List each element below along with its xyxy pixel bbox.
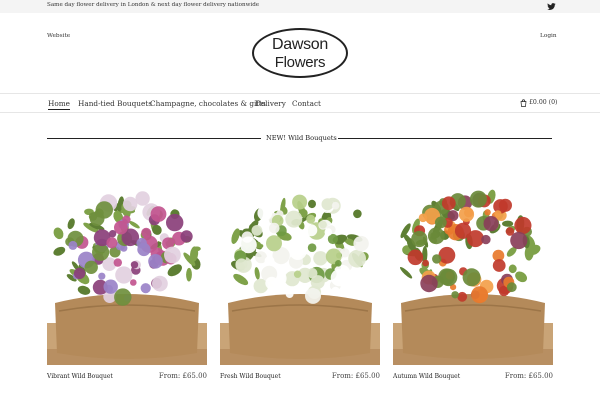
heading-rule-right — [338, 138, 552, 139]
product-price: From: £65.00 — [158, 372, 207, 380]
product-image[interactable] — [47, 153, 207, 365]
site-logo[interactable]: Dawson Flowers — [252, 28, 348, 78]
nav-delivery[interactable]: Delivery — [255, 99, 286, 108]
bouquet-illustration — [47, 191, 207, 365]
product-price: From: £65.00 — [504, 372, 553, 380]
nav-contact[interactable]: Contact — [292, 99, 321, 108]
bag-icon — [520, 99, 527, 107]
logo-line-2: Flowers — [274, 54, 326, 71]
section-title: NEW! Wild Bouquets — [266, 134, 337, 142]
delivery-message: Same day flower delivery in London & nex… — [47, 2, 260, 8]
nav-hand-tied-bouquets[interactable]: Hand-tied Bouquets — [78, 99, 152, 108]
section-heading: NEW! Wild Bouquets — [47, 134, 552, 144]
site-header: Website Dawson Flowers Login — [0, 13, 600, 94]
top-bar: Same day flower delivery in London & nex… — [0, 0, 600, 13]
product-name[interactable]: Fresh Wild Bouquet — [220, 373, 281, 380]
product-price: From: £65.00 — [331, 372, 380, 380]
bouquet-illustration — [393, 189, 553, 365]
product-image[interactable] — [220, 153, 380, 365]
twitter-icon[interactable] — [547, 2, 556, 11]
website-link[interactable]: Website — [47, 33, 70, 39]
product-name[interactable]: Autumn Wild Bouquet — [393, 373, 460, 380]
nav-home[interactable]: Home — [48, 99, 70, 110]
logo-line-1: Dawson — [271, 36, 328, 53]
heading-rule-left — [47, 138, 261, 139]
product-image[interactable] — [393, 153, 553, 365]
cart-total: £0.00 (0) — [529, 99, 558, 106]
bouquet-illustration — [220, 194, 380, 365]
nav-champagne-chocolates-gifts[interactable]: Champagne, chocolates & gifts — [150, 99, 266, 108]
product-name[interactable]: Vibrant Wild Bouquet — [47, 373, 113, 380]
main-nav: Home Hand-tied Bouquets Champagne, choco… — [0, 94, 600, 113]
login-link[interactable]: Login — [540, 33, 557, 39]
